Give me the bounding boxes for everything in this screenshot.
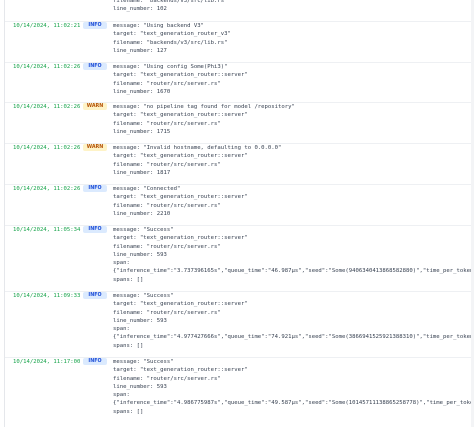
log-fields: message: "Success" target: "text_generati… <box>113 226 474 284</box>
log-field-line: filename: "router/src/server.rs" <box>113 120 221 127</box>
log-timestamp: 10/14/2024, 11:02:21 <box>13 23 81 29</box>
log-field-line: line_number: 2210 <box>113 210 171 217</box>
log-field-line: target: "text_generation_router_v3" <box>113 31 231 38</box>
log-field-line: line_number: 102 <box>113 6 167 13</box>
log-level-badge: WARN <box>83 144 107 152</box>
log-fields: message: "Using backend V3" target: "text… <box>113 22 474 55</box>
log-entry[interactable]: filename: "backends/v3/src/lib.rs" line_n… <box>5 0 474 22</box>
log-field-line: line_number: 1817 <box>113 169 171 176</box>
log-fields: message: "Success" target: "text_generati… <box>113 358 474 416</box>
log-field-line: span: <box>113 260 130 267</box>
log-field-line: line_number: 127 <box>113 47 167 54</box>
log-fields: message: "Invalid hostname, defaulting t… <box>113 144 474 177</box>
log-field-line: filename: "router/src/server.rs" <box>113 243 221 250</box>
log-field-line: target: "text_generation_router::server" <box>113 301 248 308</box>
log-level-badge: INFO <box>83 22 107 30</box>
log-level-badge: INFO <box>83 63 107 71</box>
log-field-line: line_number: 1715 <box>113 128 171 135</box>
log-field-line: message: "Success" <box>113 227 174 233</box>
log-field-line: line_number: 593 <box>113 383 167 390</box>
log-field-line: message: "Success" <box>113 293 174 299</box>
log-field-line: target: "text_generation_router::server" <box>113 194 248 201</box>
log-field-line: line_number: 593 <box>113 251 167 258</box>
log-field-line: line_number: 593 <box>113 317 167 324</box>
log-field-line: spans: [] <box>113 408 144 415</box>
log-field-line: span: <box>113 326 130 333</box>
log-timestamp: 10/14/2024, 11:05:34 <box>13 227 81 233</box>
log-timestamp: 10/14/2024, 11:09:33 <box>13 293 81 299</box>
log-field-line: filename: "router/src/server.rs" <box>113 161 221 168</box>
log-fields: message: "Success" target: "text_generati… <box>113 292 474 350</box>
log-entry[interactable]: 10/14/2024, 11:02:26 INFO message: "Using … <box>5 63 474 103</box>
log-entry[interactable]: 10/14/2024, 11:17:00 INFO message: "Succes… <box>5 358 474 427</box>
log-level-badge: INFO <box>83 292 107 300</box>
log-field-line: filename: "router/src/server.rs" <box>113 375 221 382</box>
log-fields: message: "Connected" target: "text_genera… <box>113 185 474 218</box>
log-entry[interactable]: 10/14/2024, 11:02:26 WARN message: "Invali… <box>5 144 474 185</box>
log-field-line: target: "text_generation_router::server" <box>113 153 248 160</box>
log-entry[interactable]: 10/14/2024, 11:05:34 INFO message: "Succes… <box>5 226 474 292</box>
log-field-line: {"inference_time":"4.986775987s","queue_… <box>113 400 474 407</box>
log-field-line: filename: "router/src/server.rs" <box>113 309 221 316</box>
log-timestamp: 10/14/2024, 11:02:26 <box>13 104 81 110</box>
log-level-badge: INFO <box>83 226 107 234</box>
log-field-line: message: "Connected" <box>113 186 181 192</box>
log-field-line: message: "Using backend V3" <box>113 23 204 29</box>
log-field-line: target: "text_generation_router::server" <box>113 235 248 242</box>
log-field-line: line_number: 1670 <box>113 88 171 95</box>
log-field-line: spans: [] <box>113 342 144 349</box>
log-field-line: {"inference_time":"3.737396165s","queue_… <box>113 268 474 275</box>
log-timestamp: 10/14/2024, 11:02:26 <box>13 186 81 192</box>
log-field-line: span: <box>113 392 130 399</box>
log-field-line: target: "text_generation_router::server" <box>113 72 248 79</box>
log-fields: message: "Using config Some(Phi3)" target… <box>113 63 474 96</box>
log-field-line: filename: "backends/v3/src/lib.rs" <box>113 39 228 46</box>
log-fields: message: "no pipeline tag found for mode… <box>113 103 474 136</box>
log-field-line: target: "text_generation_router::server" <box>113 112 248 119</box>
log-field-line: message: "Success" <box>113 359 174 365</box>
log-panel: filename: "backends/v3/src/lib.rs" line_n… <box>0 0 474 427</box>
log-field-line: message: "Invalid hostname, defaulting t… <box>113 145 282 151</box>
log-level-badge: INFO <box>83 358 107 366</box>
log-timestamp: 10/14/2024, 11:02:26 <box>13 64 81 70</box>
log-entry[interactable]: 10/14/2024, 11:02:26 INFO message: "Connec… <box>5 185 474 226</box>
log-field-line: filename: "router/src/server.rs" <box>113 202 221 209</box>
log-field-line: filename: "router/src/server.rs" <box>113 80 221 87</box>
log-field-line: {"inference_time":"4.977427666s","queue_… <box>113 334 474 341</box>
log-timestamp: 10/14/2024, 11:17:00 <box>13 359 81 365</box>
log-field-line: target: "text_generation_router::server" <box>113 367 248 374</box>
log-field-line: spans: [] <box>113 276 144 283</box>
log-field-line: message: "Using config Some(Phi3)" <box>113 64 228 70</box>
log-level-badge: WARN <box>83 103 107 111</box>
log-entry[interactable]: 10/14/2024, 11:02:26 WARN message: "no pip… <box>5 103 474 144</box>
log-fields: filename: "backends/v3/src/lib.rs" line_n… <box>113 0 474 14</box>
log-timestamp: 10/14/2024, 11:02:26 <box>13 145 81 151</box>
log-level-badge: INFO <box>83 185 107 193</box>
log-entry[interactable]: 10/14/2024, 11:02:21 INFO message: "Using … <box>5 22 474 63</box>
log-field-line: message: "no pipeline tag found for mode… <box>113 104 295 110</box>
log-entry[interactable]: 10/14/2024, 11:09:33 INFO message: "Succes… <box>5 292 474 358</box>
